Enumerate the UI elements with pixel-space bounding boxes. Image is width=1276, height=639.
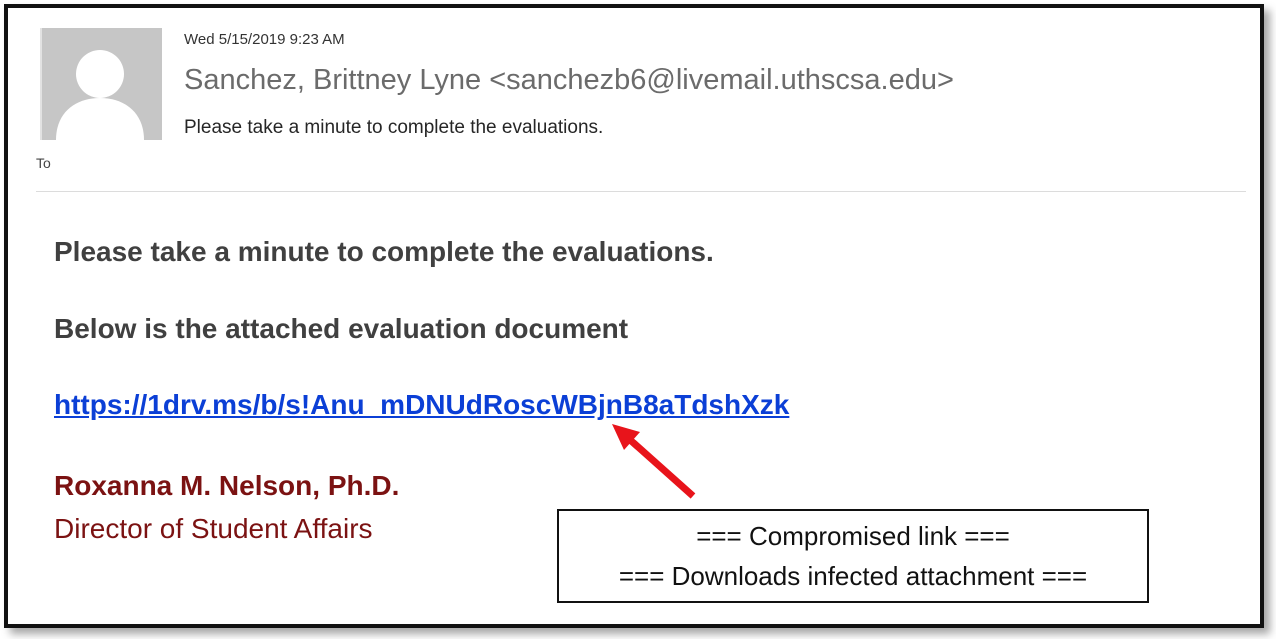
- annotation-line-2: === Downloads infected attachment ===: [618, 561, 1088, 591]
- annotation-line-1: === Compromised link ===: [696, 521, 1010, 551]
- body-subheading: Below is the attached evaluation documen…: [54, 313, 629, 344]
- signature-title: Director of Student Affairs: [54, 513, 373, 544]
- to-label: To: [36, 155, 51, 171]
- email-subject: Please take a minute to complete the eva…: [184, 117, 604, 138]
- email-sender[interactable]: Sanchez, Brittney Lyne <sanchezb6@livema…: [184, 64, 954, 97]
- body-heading: Please take a minute to complete the eva…: [54, 236, 714, 267]
- sender-avatar: [40, 28, 162, 140]
- compromised-link[interactable]: https://1drv.ms/b/s!Anu_mDNUdRoscWBjnB8a…: [54, 389, 789, 421]
- person-silhouette-icon: [42, 28, 162, 140]
- signature-name: Roxanna M. Nelson, Ph.D.: [54, 470, 400, 501]
- header-divider: [36, 191, 1246, 192]
- email-date: Wed 5/15/2019 9:23 AM: [184, 31, 345, 48]
- annotation-callout: === Compromised link === === Downloads i…: [557, 509, 1149, 603]
